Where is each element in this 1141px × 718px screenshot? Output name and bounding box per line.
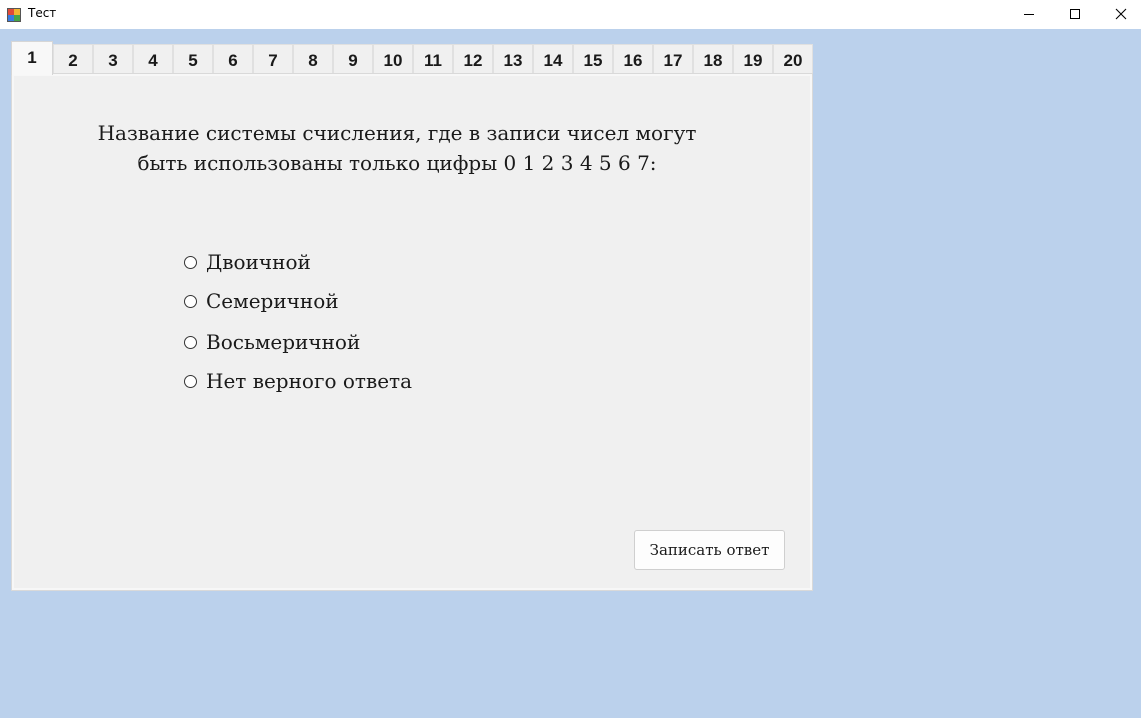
question-line-2: быть использованы только цифры 0 1 2 3 4… <box>137 151 657 175</box>
minimize-icon <box>1023 5 1035 24</box>
option-label: Нет верного ответа <box>206 369 413 393</box>
option-label: Двоичной <box>206 250 311 274</box>
tab-10[interactable]: 10 <box>373 44 413 74</box>
app-window: Тест 1 2 3 4 5 6 7 8 9 10 11 12 13 14 15 16 17 18 19 20 Наз… <box>0 0 1141 718</box>
tab-11[interactable]: 11 <box>413 44 453 74</box>
tab-8[interactable]: 8 <box>293 44 333 74</box>
title-bar[interactable]: Тест <box>0 0 1141 29</box>
radio-button[interactable] <box>184 336 197 349</box>
maximize-icon <box>1069 5 1081 24</box>
question-line-1: Название системы счисления, где в записи… <box>97 121 697 145</box>
option-label: Восьмеричной <box>206 330 361 354</box>
tab-13[interactable]: 13 <box>493 44 533 74</box>
close-icon <box>1115 5 1127 24</box>
maximize-button[interactable] <box>1052 0 1098 29</box>
minimize-button[interactable] <box>1006 0 1052 29</box>
tab-9[interactable]: 9 <box>333 44 373 74</box>
tab-2[interactable]: 2 <box>53 44 93 74</box>
tab-20[interactable]: 20 <box>773 44 813 74</box>
tab-17[interactable]: 17 <box>653 44 693 74</box>
tab-5[interactable]: 5 <box>173 44 213 74</box>
tab-6[interactable]: 6 <box>213 44 253 74</box>
question-panel: Название системы счисления, где в записи… <box>11 73 813 591</box>
tab-3[interactable]: 3 <box>93 44 133 74</box>
tab-18[interactable]: 18 <box>693 44 733 74</box>
radio-button[interactable] <box>184 295 197 308</box>
radio-button[interactable] <box>184 375 197 388</box>
option-label: Семеричной <box>206 289 339 313</box>
question-text: Название системы счисления, где в записи… <box>62 118 732 178</box>
tab-1[interactable]: 1 <box>11 41 53 75</box>
tab-16[interactable]: 16 <box>613 44 653 74</box>
radio-button[interactable] <box>184 256 197 269</box>
window-title: Тест <box>28 6 57 20</box>
app-icon <box>7 7 21 22</box>
tab-15[interactable]: 15 <box>573 44 613 74</box>
tab-4[interactable]: 4 <box>133 44 173 74</box>
tab-7[interactable]: 7 <box>253 44 293 74</box>
tab-14[interactable]: 14 <box>533 44 573 74</box>
close-button[interactable] <box>1098 0 1141 29</box>
tab-19[interactable]: 19 <box>733 44 773 74</box>
submit-answer-button[interactable]: Записать ответ <box>634 530 785 570</box>
tab-12[interactable]: 12 <box>453 44 493 74</box>
